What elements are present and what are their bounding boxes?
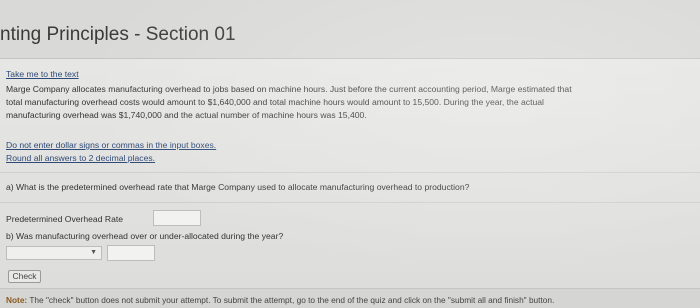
rate-label: Predetermined Overhead Rate bbox=[6, 214, 124, 224]
question-a: a) What is the predetermined overhead ra… bbox=[6, 182, 470, 192]
note-text: The "check" button does not submit your … bbox=[27, 295, 555, 305]
problem-line-2: total manufacturing overhead costs would… bbox=[6, 97, 544, 107]
allocation-select[interactable]: ▼ bbox=[6, 246, 102, 260]
page-title: nting Principles - Section 01 bbox=[0, 24, 236, 45]
question-b: b) Was manufacturing overhead over or un… bbox=[6, 231, 284, 241]
allocation-amount-input[interactable] bbox=[107, 245, 155, 261]
problem-line-1: Marge Company allocates manufacturing ov… bbox=[6, 84, 572, 94]
instruction-no-dollar-signs: Do not enter dollar signs or commas in t… bbox=[6, 140, 217, 150]
chevron-down-icon: ▼ bbox=[90, 249, 97, 256]
section-divider bbox=[0, 172, 700, 173]
instruction-round-decimals: Round all answers to 2 decimal places. bbox=[6, 153, 156, 163]
problem-line-3: manufacturing overhead was $1,740,000 an… bbox=[6, 110, 367, 120]
take-me-to-text-link[interactable]: Take me to the text bbox=[6, 68, 79, 81]
rate-input[interactable] bbox=[153, 210, 201, 226]
submission-note: Note: The "check" button does not submit… bbox=[6, 295, 554, 305]
section-divider bbox=[0, 202, 700, 203]
note-label: Note: bbox=[6, 295, 28, 305]
check-button[interactable]: Check bbox=[8, 270, 41, 283]
